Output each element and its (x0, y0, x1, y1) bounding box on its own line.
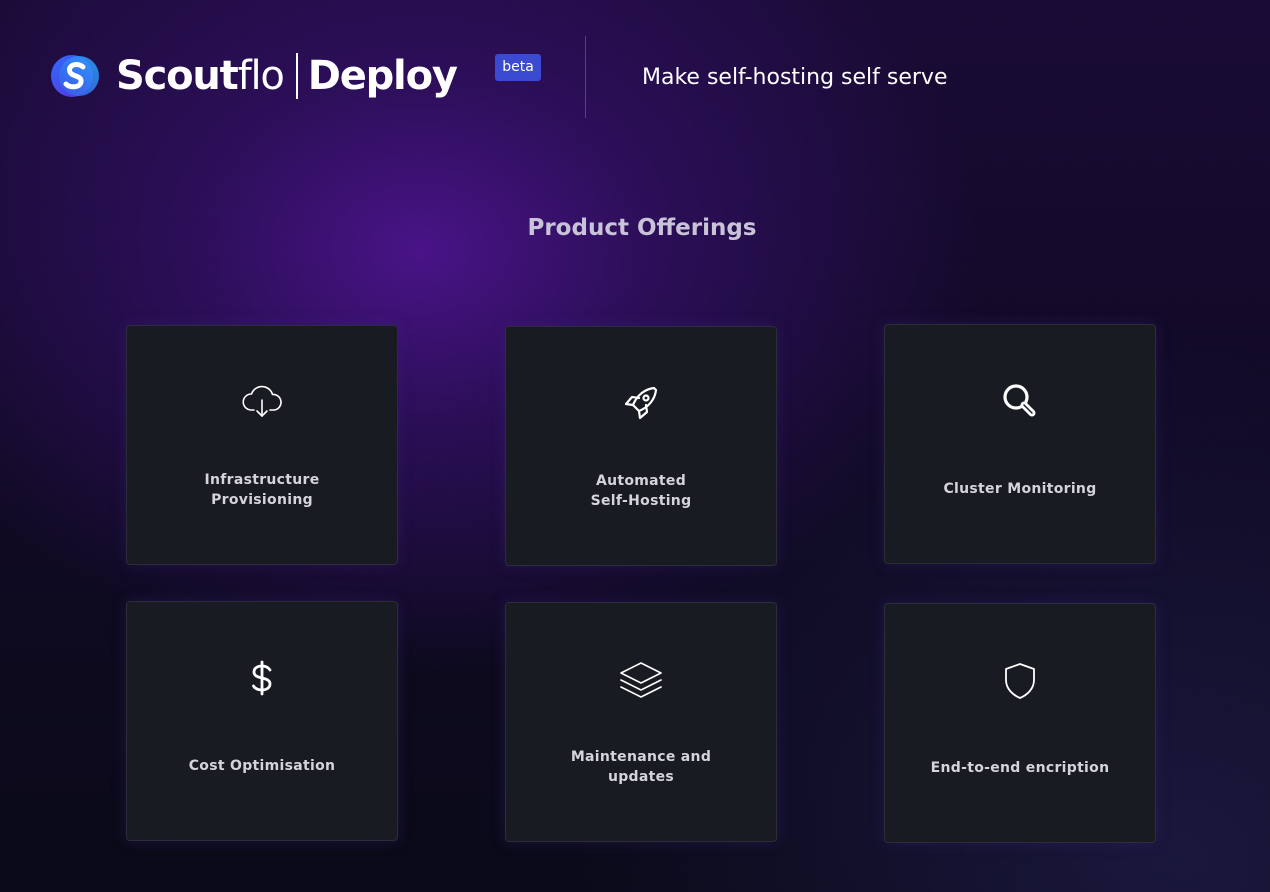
offering-label: Maintenance and updates (570, 749, 712, 785)
offering-label: Automated Self-Hosting (590, 473, 692, 509)
offering-card-maintenance-updates[interactable]: Maintenance and updates (505, 602, 777, 842)
offering-label: End-to-end encription (930, 760, 1110, 776)
header: Scout flo Deploy beta Make self-hosting s… (0, 0, 1270, 160)
offering-card-end-to-end-encryption[interactable]: End-to-end encription (884, 603, 1156, 843)
offering-label: Cost Optimisation (188, 758, 336, 774)
rocket-icon (617, 379, 665, 427)
brand-wordmark: Scout flo Deploy (116, 46, 458, 106)
cloud-download-icon (238, 378, 286, 426)
offering-card-automated-self-hosting[interactable]: Automated Self-Hosting (505, 326, 777, 566)
magnifier-icon (996, 377, 1044, 425)
tagline: Make self-hosting self serve (642, 65, 948, 90)
offering-label: Infrastructure Provisioning (204, 472, 320, 508)
offering-card-cluster-monitoring[interactable]: Cluster Monitoring (884, 324, 1156, 564)
layers-icon (617, 655, 665, 703)
scoutflo-logo-icon (50, 52, 102, 100)
section-title: Product Offerings (527, 215, 757, 241)
shield-icon (996, 656, 1044, 704)
brand-scout: Scout (116, 53, 239, 99)
offering-label: Cluster Monitoring (943, 481, 1097, 497)
offering-card-infrastructure-provisioning[interactable]: Infrastructure Provisioning (126, 325, 398, 565)
offering-card-cost-optimisation[interactable]: Cost Optimisation (126, 601, 398, 841)
header-divider (585, 36, 586, 118)
brand-divider (295, 53, 298, 99)
brand-flo: flo (237, 53, 285, 99)
brand-product: Deploy (307, 53, 458, 99)
beta-badge: beta (495, 54, 541, 81)
dollar-icon (238, 654, 286, 702)
